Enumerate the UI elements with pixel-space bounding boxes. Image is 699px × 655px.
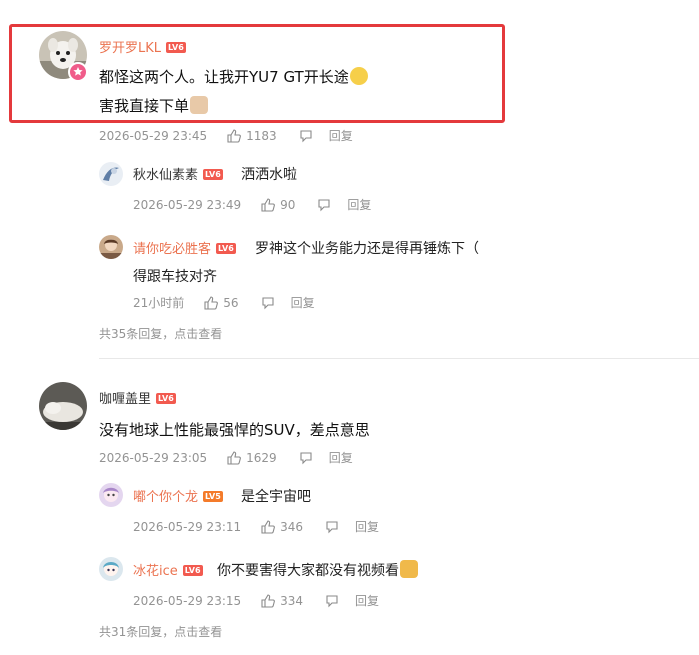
like-count: 346 <box>280 519 304 534</box>
reply-text-row: 你不要害得大家都没有视频看 <box>217 560 418 580</box>
thumbs-up-icon <box>204 295 219 310</box>
avatar[interactable] <box>99 235 123 259</box>
reply-username-row: 冰花ice LV6 <box>133 560 203 579</box>
level-badge: LV6 <box>156 393 176 404</box>
thumbs-up-icon <box>261 519 276 534</box>
comment-icon-button[interactable] <box>299 129 313 143</box>
comment-icon-button[interactable] <box>325 594 339 608</box>
reply-text: 洒洒水啦 <box>241 167 297 183</box>
comment-username-row: 罗开罗LKL LV6 <box>99 37 186 56</box>
reply-meta: 2026-05-29 23:11 346 回复 <box>133 518 379 535</box>
reply-button[interactable]: 回复 <box>347 196 371 213</box>
timestamp: 2026-05-29 23:05 <box>99 450 208 465</box>
level-badge: LV6 <box>216 243 236 254</box>
reply-button[interactable]: 回复 <box>329 449 353 466</box>
comment-icon-button[interactable] <box>317 198 331 212</box>
level-badge: LV6 <box>203 169 223 180</box>
thumbs-up-icon <box>227 450 242 465</box>
username[interactable]: 秋水仙素素 <box>133 168 198 183</box>
comment-bubble-icon <box>300 129 312 142</box>
verified-star-icon <box>68 62 88 82</box>
comment-username-row: 咖喱盖里 LV6 <box>99 388 176 407</box>
like-count: 334 <box>280 593 304 608</box>
comment-bubble-icon <box>318 198 330 211</box>
avatar[interactable] <box>99 557 123 581</box>
avatar[interactable] <box>39 382 87 430</box>
reply-text-line1: 罗神这个业务能力还是得再锤炼下（ <box>255 241 479 257</box>
avatar[interactable] <box>99 483 123 507</box>
reply-meta: 21小时前 56 回复 <box>133 294 315 311</box>
thumbs-up-icon <box>227 128 242 143</box>
comment-text: 没有地球上性能最强悍的SUV，差点意思 <box>99 421 370 439</box>
doge-emoji-icon <box>400 560 418 578</box>
reply-username-row: 嘟个你个龙 LV5 <box>133 486 223 505</box>
smile-emoji-icon <box>349 67 368 85</box>
timestamp: 21小时前 <box>133 296 185 310</box>
dog-emoji-icon <box>190 96 209 114</box>
comment-bubble-icon <box>326 594 338 607</box>
username[interactable]: 冰花ice <box>133 564 178 579</box>
reply-text-line2: 得跟车技对齐 <box>133 269 217 285</box>
comment-meta: 2026-05-29 23:45 1183 回复 <box>99 127 353 144</box>
timestamp: 2026-05-29 23:15 <box>133 593 242 608</box>
like-button[interactable]: 346 <box>261 520 303 534</box>
more-replies-link[interactable]: 共31条回复，点击查看 <box>99 623 222 640</box>
timestamp: 2026-05-29 23:11 <box>133 519 242 534</box>
divider <box>99 358 699 359</box>
like-button[interactable]: 1629 <box>227 451 277 465</box>
username[interactable]: 请你吃必胜客 <box>133 242 211 257</box>
like-count: 56 <box>223 295 239 310</box>
level-badge: LV6 <box>182 565 203 576</box>
comment-icon-button[interactable] <box>261 296 275 310</box>
timestamp: 2026-05-29 23:49 <box>133 197 242 212</box>
username[interactable]: 嘟个你个龙 <box>133 490 198 505</box>
username[interactable]: 罗开罗LKL <box>99 41 161 56</box>
level-badge: LV5 <box>203 491 223 502</box>
comment-icon-button[interactable] <box>299 451 313 465</box>
thumbs-up-icon <box>261 593 276 608</box>
username[interactable]: 咖喱盖里 <box>99 392 151 407</box>
more-replies-link[interactable]: 共35条回复，点击查看 <box>99 325 222 342</box>
like-button[interactable]: 334 <box>261 594 303 608</box>
comment-meta: 2026-05-29 23:05 1629 回复 <box>99 449 353 466</box>
avatar[interactable] <box>99 162 123 186</box>
reply-username-row: 秋水仙素素 LV6 <box>133 164 223 183</box>
thumbs-up-icon <box>261 197 276 212</box>
like-button[interactable]: 90 <box>261 198 295 212</box>
level-badge: LV6 <box>166 42 186 53</box>
reply-button[interactable]: 回复 <box>355 592 379 609</box>
like-count: 90 <box>280 197 296 212</box>
timestamp: 2026-05-29 23:45 <box>99 128 208 143</box>
reply-username-row: 请你吃必胜客 LV6 <box>133 238 236 257</box>
like-count: 1629 <box>246 450 277 465</box>
comment-icon-button[interactable] <box>325 520 339 534</box>
comment-text-line1: 都怪这两个人。让我开YU7 GT开长途 <box>99 66 368 87</box>
reply-button[interactable]: 回复 <box>355 518 379 535</box>
comment-bubble-icon <box>326 520 338 533</box>
comment-text-line2: 害我直接下单 <box>99 95 209 116</box>
like-button[interactable]: 1183 <box>227 129 277 143</box>
reply-button[interactable]: 回复 <box>329 127 353 144</box>
like-button[interactable]: 56 <box>204 295 239 310</box>
reply-meta: 2026-05-29 23:49 90 回复 <box>133 196 371 213</box>
comment-bubble-icon <box>262 296 274 309</box>
comment-bubble-icon <box>300 451 312 464</box>
reply-button[interactable]: 回复 <box>291 294 315 311</box>
reply-meta: 2026-05-29 23:15 334 回复 <box>133 592 379 609</box>
reply-text: 是全宇宙吧 <box>241 489 311 505</box>
like-count: 1183 <box>246 128 277 143</box>
